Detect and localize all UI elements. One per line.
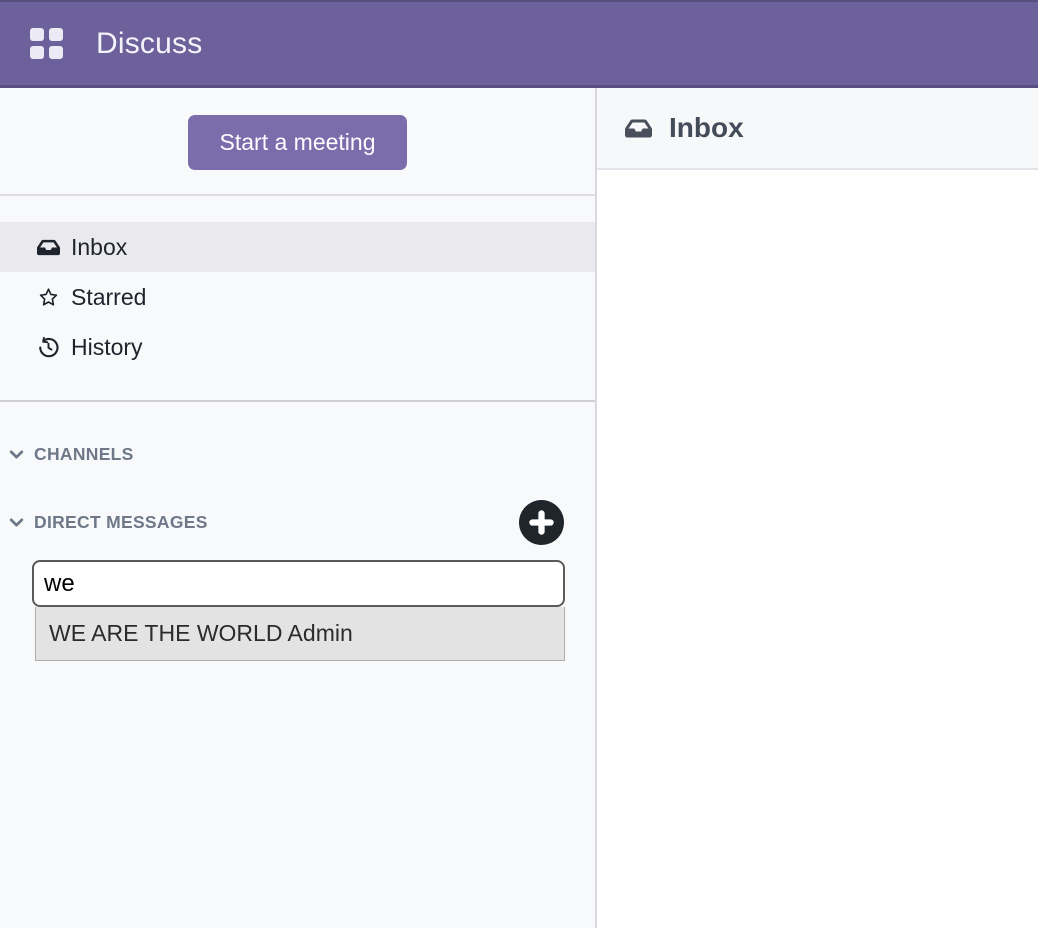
mailbox-list: Inbox Starred History — [0, 196, 595, 372]
sidebar-item-history[interactable]: History — [0, 322, 595, 372]
sidebar-item-label: History — [71, 334, 143, 361]
dm-suggestion-list: WE ARE THE WORLD Admin — [35, 607, 565, 661]
meeting-section: Start a meeting — [0, 88, 595, 196]
apps-grid-square — [49, 46, 63, 59]
chevron-down-icon — [8, 446, 25, 463]
sidebar-item-inbox[interactable]: Inbox — [0, 222, 595, 272]
add-direct-message-button[interactable] — [519, 500, 564, 545]
apps-grid-square — [30, 28, 44, 41]
main-body — [597, 170, 1038, 928]
apps-grid-square — [30, 46, 44, 59]
apps-grid-icon[interactable] — [30, 28, 64, 60]
sidebar-divider — [0, 400, 595, 402]
plus-icon — [527, 508, 556, 537]
app-title: Discuss — [96, 27, 202, 61]
inbox-icon — [625, 115, 652, 142]
sidebar-item-starred[interactable]: Starred — [0, 272, 595, 322]
section-label: DIRECT MESSAGES — [34, 512, 519, 533]
main-title: Inbox — [669, 112, 744, 144]
star-icon — [37, 286, 60, 309]
dm-suggestion-item[interactable]: WE ARE THE WORLD Admin — [36, 607, 564, 660]
apps-grid-square — [49, 28, 63, 41]
inbox-icon — [37, 236, 60, 259]
sidebar-item-label: Inbox — [71, 234, 127, 261]
chevron-down-icon — [8, 514, 25, 531]
section-header-direct-messages[interactable]: DIRECT MESSAGES — [0, 499, 595, 545]
section-label: CHANNELS — [34, 444, 134, 465]
main-panel: Inbox — [597, 88, 1038, 928]
sidebar-item-label: Starred — [71, 284, 146, 311]
start-meeting-button[interactable]: Start a meeting — [188, 115, 408, 170]
discuss-sidebar: Start a meeting Inbox Starred — [0, 88, 597, 928]
section-header-channels[interactable]: CHANNELS — [0, 440, 595, 468]
app-header: Discuss — [0, 0, 1038, 88]
dm-search-input[interactable] — [32, 560, 565, 607]
history-icon — [37, 336, 60, 359]
main-header: Inbox — [597, 88, 1038, 170]
